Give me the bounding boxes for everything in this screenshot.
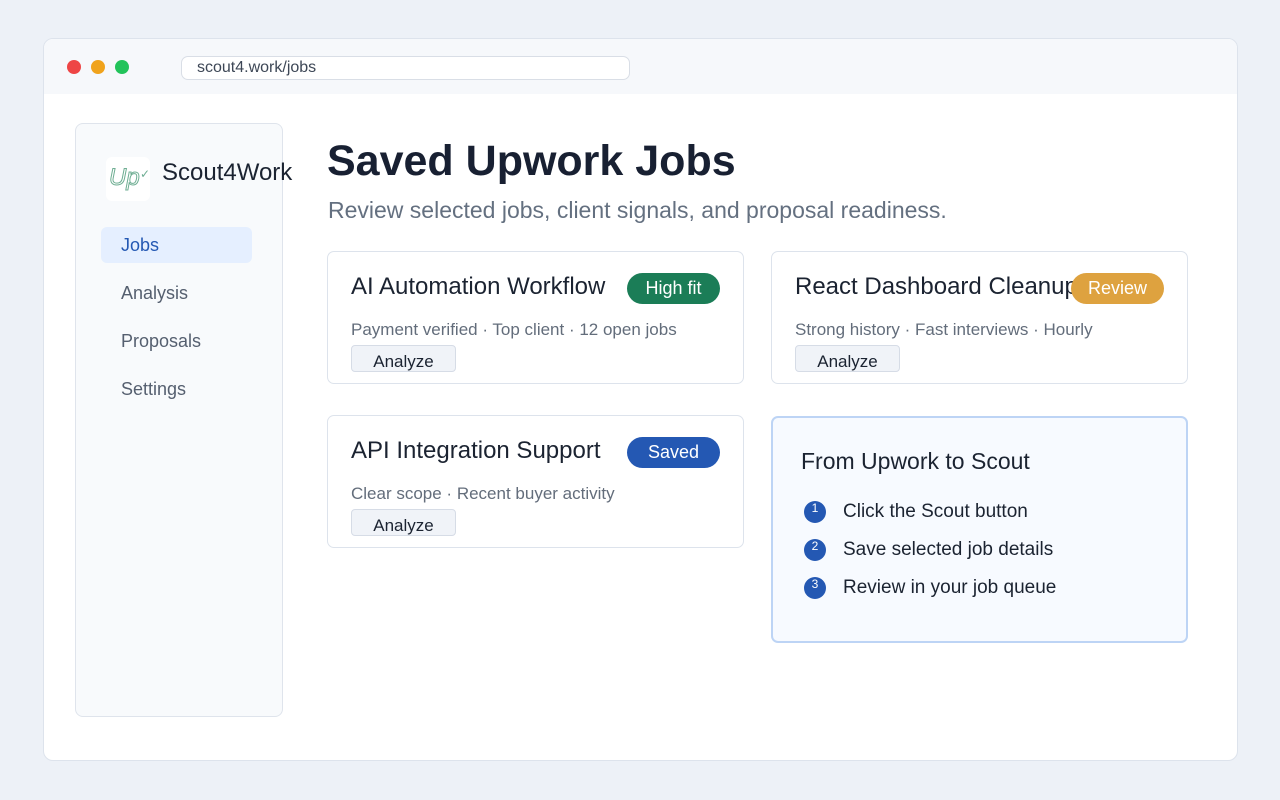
job-card: AI Automation Workflow High fit Payment … <box>327 251 744 384</box>
logo-check-icon: ✓ <box>140 167 151 181</box>
sidebar-item-analysis[interactable]: Analysis <box>101 275 252 311</box>
close-window-button[interactable] <box>67 60 81 74</box>
app-logo: Up ✓ <box>106 157 150 201</box>
steps-title: From Upwork to Scout <box>801 448 1030 474</box>
job-meta: Strong history · Fast interviews · Hourl… <box>795 320 1093 339</box>
job-title: API Integration Support <box>351 437 601 464</box>
browser-window: scout4.work/jobs Up ✓ Scout4Work Jobs An… <box>43 38 1238 761</box>
job-card: React Dashboard Cleanup Review Strong hi… <box>771 251 1188 384</box>
step-1-text: Click the Scout button <box>843 501 1028 522</box>
step-2-text: Save selected job details <box>843 539 1054 560</box>
analyze-button[interactable]: Analyze <box>351 509 456 536</box>
sidebar-item-jobs[interactable]: Jobs <box>101 227 252 263</box>
saved-badge: Saved <box>627 437 720 468</box>
sidebar-item-proposals[interactable]: Proposals <box>101 323 252 359</box>
step-2-icon: 2 <box>804 539 826 561</box>
fit-badge: High fit <box>627 273 720 304</box>
page-title: Saved Upwork Jobs <box>327 137 736 185</box>
maximize-window-button[interactable] <box>115 60 129 74</box>
analyze-button[interactable]: Analyze <box>351 345 456 372</box>
logo-icon: Up <box>109 164 141 192</box>
job-meta: Payment verified · Top client · 12 open … <box>351 320 677 339</box>
analyze-button[interactable]: Analyze <box>795 345 900 372</box>
job-meta: Clear scope · Recent buyer activity <box>351 484 615 503</box>
address-bar[interactable]: scout4.work/jobs <box>181 56 630 80</box>
step-3-text: Review in your job queue <box>843 577 1057 598</box>
sidebar-item-settings[interactable]: Settings <box>101 371 252 407</box>
minimize-window-button[interactable] <box>91 60 105 74</box>
job-title: React Dashboard Cleanup <box>795 273 1078 300</box>
browser-titlebar: scout4.work/jobs <box>44 39 1237 94</box>
page-subtitle: Review selected jobs, client signals, an… <box>328 197 947 223</box>
job-title: AI Automation Workflow <box>351 273 606 300</box>
job-card: API Integration Support Saved Clear scop… <box>327 415 744 548</box>
step-3-icon: 3 <box>804 577 826 599</box>
brand-name: Scout4Work <box>162 159 293 186</box>
sidebar: Up ✓ Scout4Work Jobs Analysis Proposals … <box>75 123 292 717</box>
steps-panel: From Upwork to Scout 1 Click the Scout b… <box>771 416 1188 643</box>
step-1-icon: 1 <box>804 501 826 523</box>
review-badge: Review <box>1071 273 1164 304</box>
